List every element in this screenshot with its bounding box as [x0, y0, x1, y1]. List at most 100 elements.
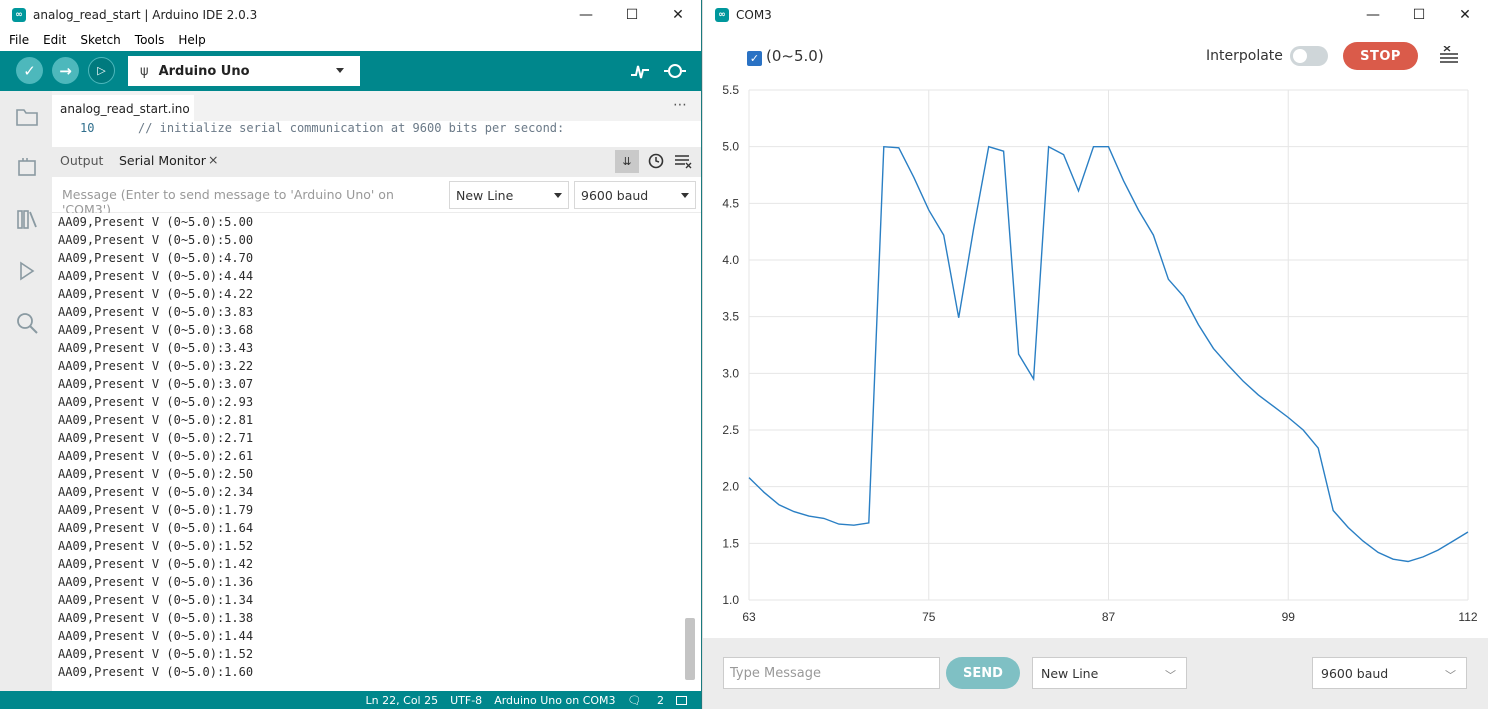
x-tick-label: 87 — [1102, 610, 1116, 624]
monitor-line: AA09,Present V (0~5.0):4.22 — [58, 287, 254, 301]
serial-message-input[interactable]: Message (Enter to send message to 'Ardui… — [52, 181, 442, 217]
clear-plot-icon[interactable] — [1439, 45, 1459, 64]
plotter-baud-value: 9600 baud — [1321, 666, 1389, 681]
board-name: Arduino Uno — [158, 63, 250, 79]
library-icon[interactable] — [14, 207, 40, 231]
folder-icon[interactable] — [14, 105, 40, 129]
chevron-down-icon — [554, 193, 562, 198]
timestamp-icon[interactable] — [647, 152, 665, 170]
plotter-titlebar: ∞ COM3 — ☐ ✕ — [703, 0, 1488, 30]
monitor-line: AA09,Present V (0~5.0):2.93 — [58, 395, 254, 409]
y-tick-label: 1.0 — [722, 593, 739, 607]
stop-button[interactable]: STOP — [1343, 42, 1418, 70]
monitor-line: AA09,Present V (0~5.0):1.42 — [58, 557, 254, 571]
maximize-button[interactable]: ☐ — [609, 0, 655, 30]
debug-icon: ▷ — [97, 64, 106, 77]
notification-count: 2 — [657, 693, 664, 707]
monitor-line: AA09,Present V (0~5.0):3.68 — [58, 323, 254, 337]
debug-button[interactable]: ▷ — [88, 57, 115, 84]
chevron-down-icon: ﹀ — [1445, 669, 1456, 682]
x-tick-label: 75 — [922, 610, 936, 624]
search-icon[interactable] — [14, 311, 40, 335]
debug-sidebar-icon[interactable] — [14, 259, 40, 283]
line-ending-select[interactable]: New Line — [449, 181, 569, 209]
interpolate-label: Interpolate — [1206, 48, 1283, 64]
monitor-line: AA09,Present V (0~5.0):5.00 — [58, 233, 254, 247]
monitor-line: AA09,Present V (0~5.0):1.79 — [58, 503, 254, 517]
monitor-line: AA09,Present V (0~5.0):2.34 — [58, 485, 254, 499]
monitor-line: AA09,Present V (0~5.0):2.81 — [58, 413, 254, 427]
y-tick-label: 4.5 — [722, 196, 739, 210]
tab-serial-monitor[interactable]: Serial Monitor — [119, 153, 206, 168]
file-encoding: UTF-8 — [450, 693, 483, 707]
menu-tools[interactable]: Tools — [126, 33, 170, 47]
plotter-line-ending-value: New Line — [1041, 666, 1099, 681]
serial-message-row: Message (Enter to send message to 'Ardui… — [52, 177, 701, 217]
interpolate-toggle[interactable] — [1290, 46, 1328, 66]
plotter-footer: Type Message SEND New Line ﹀ 9600 baud ﹀ — [703, 638, 1488, 709]
monitor-line: AA09,Present V (0~5.0):1.44 — [58, 629, 254, 643]
monitor-line: AA09,Present V (0~5.0):2.50 — [58, 467, 254, 481]
menu-help[interactable]: Help — [169, 33, 210, 47]
y-tick-label: 3.0 — [722, 366, 739, 380]
code-editor[interactable]: 10 // initialize serial communication at… — [52, 121, 701, 147]
plotter-baud-select[interactable]: 9600 baud ﹀ — [1312, 657, 1467, 689]
minimize-button[interactable]: — — [563, 0, 609, 30]
x-tick-label: 63 — [742, 610, 756, 624]
bottom-panel-tabs: Output Serial Monitor × ⇊ — [52, 147, 701, 177]
menu-sketch[interactable]: Sketch — [71, 33, 125, 47]
verify-button[interactable]: ✓ — [16, 57, 43, 84]
baud-select[interactable]: 9600 baud — [574, 181, 696, 209]
close-button[interactable]: ✕ — [1442, 0, 1488, 30]
y-tick-label: 1.5 — [722, 536, 739, 550]
y-tick-label: 3.5 — [722, 310, 739, 324]
y-tick-label: 2.0 — [722, 480, 739, 494]
menu-edit[interactable]: Edit — [34, 33, 71, 47]
type-message-input[interactable]: Type Message — [723, 657, 940, 689]
monitor-line: AA09,Present V (0~5.0):3.83 — [58, 305, 254, 319]
ide-window-title: analog_read_start | Arduino IDE 2.0.3 — [33, 8, 258, 22]
ide-toolbar: ✓ → ▷ ψ Arduino Uno — [0, 51, 701, 91]
notification-icon[interactable]: 🗨 2 — [628, 694, 664, 707]
upload-button[interactable]: → — [52, 57, 79, 84]
serial-plotter-window: ∞ COM3 — ☐ ✕ ✓ (0~5.0) Interpolate STOP … — [703, 0, 1488, 709]
plot-chart: 5.5 5.0 4.5 4.0 3.5 3.0 2.5 2.0 1.5 1.063 75 87 99 11… — [722, 83, 1478, 624]
chevron-down-icon — [681, 193, 689, 198]
code-line: // initialize serial communication at 96… — [138, 121, 565, 135]
monitor-line: AA09,Present V (0~5.0):3.43 — [58, 341, 254, 355]
maximize-button[interactable]: ☐ — [1396, 0, 1442, 30]
monitor-line: AA09,Present V (0~5.0):2.61 — [58, 449, 254, 463]
monitor-line: AA09,Present V (0~5.0):1.64 — [58, 521, 254, 535]
board-selector[interactable]: ψ Arduino Uno — [128, 56, 360, 86]
series-checkbox[interactable]: ✓ — [747, 51, 762, 66]
close-tab-icon[interactable]: × — [208, 152, 218, 167]
board-manager-icon[interactable] — [14, 155, 40, 179]
cursor-position: Ln 22, Col 25 — [365, 693, 439, 707]
y-tick-label: 5.5 — [722, 83, 739, 97]
tab-output[interactable]: Output — [60, 153, 103, 168]
board-port-status[interactable]: Arduino Uno on COM3 — [494, 694, 615, 707]
more-icon[interactable]: ⋯ — [673, 97, 687, 113]
chevron-down-icon: ﹀ — [1165, 669, 1176, 682]
send-button[interactable]: SEND — [946, 657, 1020, 689]
serial-monitor-output[interactable]: AA09,Present V (0~5.0):5.00 AA09,Present … — [52, 213, 701, 691]
serial-plotter-icon[interactable] — [630, 61, 650, 81]
monitor-scrollbar[interactable] — [685, 618, 695, 680]
serial-monitor-icon[interactable] — [663, 60, 687, 82]
minimize-button[interactable]: — — [1350, 0, 1396, 30]
x-tick-label: 112 — [1458, 610, 1477, 624]
clear-output-icon[interactable] — [674, 153, 692, 169]
status-bar: Ln 22, Col 25 UTF-8 Arduino Uno on COM3 … — [0, 691, 701, 709]
monitor-line: AA09,Present V (0~5.0):4.44 — [58, 269, 254, 283]
autoscroll-icon[interactable]: ⇊ — [615, 150, 639, 173]
plotter-line-ending-select[interactable]: New Line ﹀ — [1032, 657, 1187, 689]
panel-toggle-icon[interactable] — [676, 695, 687, 705]
y-tick-label: 5.0 — [722, 140, 739, 154]
monitor-line: AA09,Present V (0~5.0):3.22 — [58, 359, 254, 373]
y-tick-label: 4.0 — [722, 253, 739, 267]
menu-file[interactable]: File — [0, 33, 34, 47]
arduino-logo-icon: ∞ — [12, 8, 26, 22]
line-number: 10 — [80, 121, 95, 135]
close-button[interactable]: ✕ — [655, 0, 701, 30]
tab-analog-read-start[interactable]: analog_read_start.ino — [52, 95, 194, 121]
